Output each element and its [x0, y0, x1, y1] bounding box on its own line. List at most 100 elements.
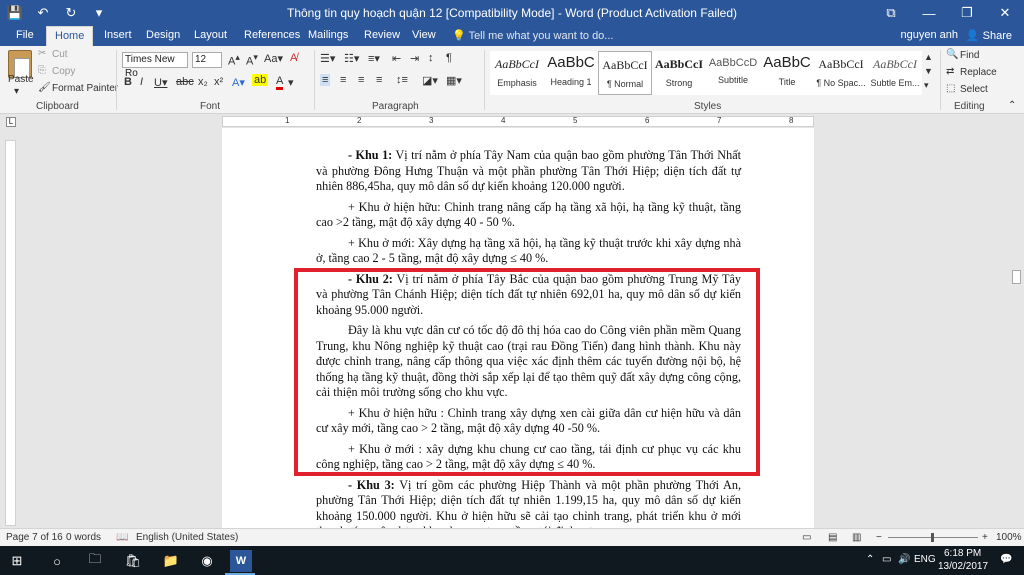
zoom-slider-thumb[interactable]	[931, 533, 934, 542]
horizontal-ruler[interactable]: 1 2 3 4 5 6 7 8	[222, 116, 814, 127]
collapse-ribbon-icon[interactable]: ⌃	[1008, 100, 1016, 111]
tab-design[interactable]: Design	[138, 26, 188, 46]
network-icon[interactable]: ▭	[882, 554, 891, 565]
select-icon[interactable]: ⬚	[946, 83, 955, 94]
styles-more-icon[interactable]: ▾	[924, 80, 929, 91]
zoom-level[interactable]: 100%	[996, 532, 1022, 543]
underline-icon[interactable]: U▾	[154, 76, 167, 89]
vertical-scrollbar[interactable]	[1010, 128, 1024, 528]
clear-formatting-icon[interactable]: A̸	[290, 52, 297, 64]
clock-time[interactable]: 6:18 PM	[944, 548, 981, 559]
tab-file[interactable]: File	[8, 26, 42, 46]
find-icon[interactable]: 🔍	[946, 49, 958, 60]
change-case-icon[interactable]: Aa▾	[264, 52, 283, 65]
replace-button[interactable]: Replace	[960, 67, 997, 78]
grow-font-icon[interactable]: A▴	[228, 52, 240, 68]
user-name[interactable]: nguyen anh	[901, 29, 959, 41]
word-count[interactable]: 0 words	[66, 532, 101, 543]
format-painter-icon[interactable]: 🖌	[38, 82, 51, 93]
align-left-icon[interactable]: ≡	[320, 74, 331, 86]
search-icon[interactable]: ○	[46, 550, 68, 572]
highlight-color-icon[interactable]: ab	[252, 74, 269, 86]
increase-indent-icon[interactable]: ⇥	[410, 52, 419, 65]
line-spacing-icon[interactable]: ↕≡	[396, 74, 408, 86]
print-layout-icon[interactable]: ▤	[828, 532, 837, 543]
bold-icon[interactable]: B	[124, 76, 132, 88]
shading-icon[interactable]: ◪▾	[422, 74, 438, 87]
style-subtle-emphasis[interactable]: AaBbCcI Subtle Em...	[868, 51, 922, 95]
style-emphasis[interactable]: AaBbCcI Emphasis	[490, 51, 544, 95]
clock-date[interactable]: 13/02/2017	[938, 561, 988, 572]
show-marks-icon[interactable]: ¶	[446, 52, 452, 64]
style-no-spacing[interactable]: AaBbCcI ¶ No Spac...	[814, 51, 868, 95]
tell-me-box[interactable]: 💡 Tell me what you want to do...	[452, 29, 613, 42]
shrink-font-icon[interactable]: A▾	[246, 52, 258, 68]
language-indicator[interactable]: ENG	[914, 554, 936, 565]
text-effects-icon[interactable]: A▾	[232, 76, 245, 89]
style-title[interactable]: AaBbC Title	[760, 51, 814, 95]
sort-icon[interactable]: ↕	[428, 52, 434, 64]
scrollbar-thumb[interactable]	[1012, 270, 1021, 284]
file-explorer-icon[interactable]: 🗀	[84, 550, 106, 572]
strikethrough-icon[interactable]: abc	[176, 76, 194, 88]
web-layout-icon[interactable]: ▥	[852, 532, 861, 543]
word-icon[interactable]: W	[230, 550, 252, 572]
multilevel-list-icon[interactable]: ≡▾	[368, 52, 380, 65]
minimize-button[interactable]: —	[910, 0, 948, 26]
bullets-icon[interactable]: ☰▾	[320, 52, 335, 65]
style-normal[interactable]: AaBbCcI ¶ Normal	[598, 51, 652, 95]
coc-coc-browser-icon[interactable]: ◉	[196, 550, 218, 572]
replace-icon[interactable]: ⇄	[946, 66, 954, 77]
italic-icon[interactable]: I	[140, 76, 143, 88]
tab-mailings[interactable]: Mailings	[300, 26, 356, 46]
font-size-box[interactable]: 12	[192, 52, 222, 68]
format-painter-button[interactable]: Format Painter	[52, 83, 118, 94]
align-center-icon[interactable]: ≡	[340, 74, 346, 86]
tab-review[interactable]: Review	[356, 26, 408, 46]
font-name-box[interactable]: Times New Ro	[122, 52, 188, 79]
superscript-icon[interactable]: x²	[214, 76, 223, 88]
tab-insert[interactable]: Insert	[96, 26, 140, 46]
notifications-icon[interactable]: 💬	[1000, 554, 1012, 565]
tab-view[interactable]: View	[404, 26, 444, 46]
vertical-ruler[interactable]	[5, 140, 16, 526]
close-button[interactable]: ✕	[986, 0, 1024, 26]
styles-scroll-down-icon[interactable]: ▼	[924, 66, 933, 76]
tab-layout[interactable]: Layout	[186, 26, 235, 46]
font-color-icon[interactable]: A	[276, 76, 284, 90]
share-button[interactable]: 👤 Share	[966, 29, 1012, 42]
tab-references[interactable]: References	[236, 26, 308, 46]
tray-overflow-icon[interactable]: ⌃	[866, 554, 874, 565]
tab-home[interactable]: Home	[46, 26, 94, 46]
style-strong[interactable]: AaBbCcI Strong	[652, 51, 706, 95]
align-right-icon[interactable]: ≡	[358, 74, 364, 86]
maximize-button[interactable]: ❐	[948, 0, 986, 26]
language[interactable]: English (United States)	[136, 532, 238, 543]
tab-selector[interactable]: L	[6, 117, 16, 127]
proofing-icon[interactable]: 📖	[116, 532, 128, 543]
paste-dropdown-icon[interactable]: ▾	[14, 86, 19, 97]
cut-icon[interactable]: ✂	[38, 48, 46, 59]
select-button[interactable]: Select	[960, 84, 988, 95]
folder-icon[interactable]: 📁	[160, 550, 182, 572]
font-color-dropdown-icon[interactable]: ▾	[288, 76, 294, 89]
store-icon[interactable]: 🛍	[122, 550, 144, 572]
borders-icon[interactable]: ▦▾	[446, 74, 462, 87]
justify-icon[interactable]: ≡	[376, 74, 382, 86]
styles-scroll-up-icon[interactable]: ▲	[924, 52, 933, 62]
ribbon-display-options-button[interactable]: ⧉	[872, 0, 910, 26]
volume-icon[interactable]: 🔊	[898, 554, 910, 565]
find-button[interactable]: Find	[960, 50, 979, 61]
copy-button[interactable]: Copy	[52, 66, 75, 77]
page-count[interactable]: Page 7 of 16	[6, 532, 63, 543]
zoom-out-icon[interactable]: −	[876, 532, 882, 543]
decrease-indent-icon[interactable]: ⇤	[392, 52, 401, 65]
cut-button[interactable]: Cut	[52, 49, 68, 60]
copy-icon[interactable]: ⎘	[38, 65, 46, 76]
numbering-icon[interactable]: ☷▾	[344, 52, 359, 65]
start-windows-icon[interactable]: ⊞	[6, 550, 28, 572]
style-heading-1[interactable]: AaBbC Heading 1	[544, 51, 598, 95]
subscript-icon[interactable]: x₂	[198, 76, 208, 88]
read-mode-icon[interactable]: ▭	[802, 532, 811, 543]
zoom-in-icon[interactable]: +	[982, 532, 988, 543]
